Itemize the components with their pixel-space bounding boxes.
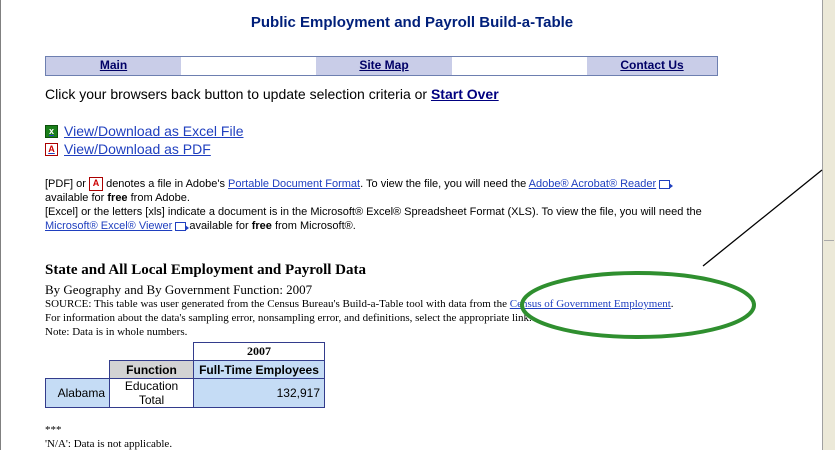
census-of-government-employment-link[interactable]: Census of Government Employment [510, 298, 671, 310]
nav-spacer [181, 57, 316, 75]
pdf-note-text: [PDF] or [45, 178, 90, 190]
report-heading: State and All Local Employment and Payro… [45, 262, 366, 278]
source-text: SOURCE: This table was user generated fr… [45, 298, 510, 310]
excel-download-link[interactable]: x View/Download as Excel File [45, 123, 244, 139]
table-row: Alabama Education Total 132,917 [45, 378, 325, 408]
free-text: free [251, 220, 272, 233]
free-text: free [107, 192, 128, 205]
column-header: Full-Time Employees [193, 360, 325, 379]
source-line: SOURCE: This table was user generated fr… [45, 298, 674, 311]
data-table: 2007 Function Full-Time Employees Alabam… [45, 342, 325, 408]
empty-cell [46, 343, 110, 361]
back-instruction: Click your browsers back button to updat… [45, 86, 499, 102]
excel-note-text: from Microsoft®. [271, 220, 356, 233]
nav-cell-site-map: Site Map [316, 57, 452, 75]
nav-cell-contact: Contact Us [587, 57, 717, 75]
function-header: Function [109, 360, 194, 379]
value-cell: 132,917 [193, 378, 325, 408]
excel-note-text: available for [186, 220, 252, 233]
info-line: For information about the data's samplin… [45, 312, 532, 324]
source-text: . [670, 298, 674, 310]
browser-page: Public Employment and Payroll Build-a-Ta… [0, 0, 822, 450]
pdf-note-text: denotes a file in Adobe's [103, 178, 229, 190]
nav-bar: Main Site Map Contact Us [45, 56, 718, 76]
excel-file-icon: x [45, 124, 58, 138]
excel-download-label: View/Download as Excel File [64, 123, 244, 139]
nav-spacer [452, 57, 587, 75]
external-link-icon [659, 179, 674, 189]
excel-note-text: [Excel] or the letters [xls] indicate a … [45, 206, 702, 219]
vertical-scrollbar[interactable] [822, 0, 835, 450]
start-over-link[interactable]: Start Over [431, 86, 499, 102]
excel-viewer-link[interactable]: Microsoft® Excel® Viewer [45, 220, 172, 232]
year-header: 2007 [193, 342, 325, 361]
pdf-download-label: View/Download as PDF [64, 141, 211, 157]
function-cell: Education Total [109, 378, 194, 408]
empty-cell [46, 361, 110, 379]
pdf-note: [PDF] or A denotes a file in Adobe's Por… [45, 177, 725, 233]
scrollbar-thumb[interactable] [824, 0, 834, 241]
nav-cell-main: Main [46, 57, 181, 75]
pdf-file-icon: A [45, 142, 58, 156]
pdf-download-link[interactable]: A View/Download as PDF [45, 141, 211, 157]
acrobat-reader-link[interactable]: Adobe® Acrobat® Reader [529, 178, 657, 190]
na-footnote: 'N/A': Data is not applicable. [45, 438, 173, 450]
pdf-file-icon: A [89, 177, 104, 192]
pdf-note-text: from Adobe. [127, 192, 190, 205]
empty-cell [110, 343, 194, 361]
pdf-note-text: . To view the file, you will need the [360, 178, 529, 190]
report-subheading: By Geography and By Government Function:… [45, 282, 313, 297]
page-title: Public Employment and Payroll Build-a-Ta… [250, 14, 574, 31]
note-line: Note: Data is in whole numbers. [45, 326, 188, 338]
footnote-stars: *** [45, 424, 62, 436]
external-link-icon [175, 221, 190, 231]
nav-site-map-link[interactable]: Site Map [316, 57, 452, 73]
nav-main-link[interactable]: Main [46, 57, 181, 73]
state-cell: Alabama [45, 378, 110, 408]
nav-contact-us-link[interactable]: Contact Us [587, 57, 717, 73]
back-instruction-text: Click your browsers back button to updat… [45, 86, 431, 102]
portable-document-format-link[interactable]: Portable Document Format [228, 178, 360, 190]
pdf-note-text: available for [45, 192, 108, 205]
